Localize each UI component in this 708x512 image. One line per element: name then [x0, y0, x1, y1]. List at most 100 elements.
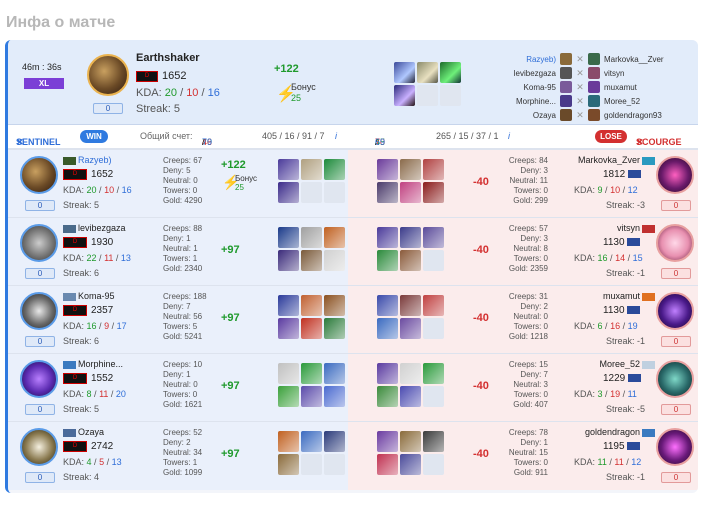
item-icon[interactable] [324, 295, 345, 316]
lineup-left-name[interactable]: Morphine... [478, 97, 558, 106]
info-icon[interactable]: i [335, 131, 337, 141]
player-name-text[interactable]: Morphine... [78, 359, 123, 369]
item-icon[interactable] [394, 62, 415, 83]
item-icon[interactable] [278, 386, 299, 407]
item-icon[interactable] [400, 182, 421, 203]
opponent-name[interactable]: muxamut [570, 291, 657, 301]
item-icon[interactable] [324, 227, 345, 248]
item-icon[interactable] [278, 318, 299, 339]
opponent-portrait[interactable] [656, 428, 694, 466]
player-name-text[interactable]: levibezgaza [78, 223, 126, 233]
item-icon[interactable] [423, 159, 444, 180]
item-icon[interactable] [377, 386, 398, 407]
opponent-portrait[interactable] [656, 360, 694, 398]
opponent-name[interactable]: Markovka_Zver [570, 155, 657, 165]
item-icon[interactable] [278, 454, 299, 475]
item-icon[interactable] [278, 250, 299, 271]
item-icon[interactable] [400, 295, 421, 316]
lineup-right-name[interactable]: vitsyn [602, 69, 624, 78]
opponent-name[interactable]: goldendragon [570, 427, 657, 437]
player-portrait[interactable] [20, 156, 58, 194]
item-icon[interactable] [324, 318, 345, 339]
opponent-name-text[interactable]: Markovka_Zver [578, 155, 640, 165]
item-icon[interactable] [377, 182, 398, 203]
item-icon[interactable] [423, 431, 444, 452]
item-icon[interactable] [278, 431, 299, 452]
hero-portrait[interactable] [87, 54, 129, 96]
player-name-text[interactable]: Razyeb) [78, 155, 112, 165]
item-icon[interactable] [324, 363, 345, 384]
item-icon[interactable] [301, 386, 322, 407]
item-icon[interactable] [278, 295, 299, 316]
item-icon[interactable] [377, 250, 398, 271]
lineup-left-name[interactable]: levibezgaza [478, 69, 558, 78]
item-icon[interactable] [301, 431, 322, 452]
item-icon[interactable] [423, 363, 444, 384]
lineup-right-name[interactable]: Moree_52 [602, 97, 640, 106]
item-icon[interactable] [301, 227, 322, 248]
item-icon[interactable] [301, 295, 322, 316]
item-icon[interactable] [377, 431, 398, 452]
item-icon[interactable] [278, 363, 299, 384]
item-icon[interactable] [400, 386, 421, 407]
item-icon[interactable] [423, 295, 444, 316]
item-icon[interactable] [377, 318, 398, 339]
opponent-portrait[interactable] [656, 292, 694, 330]
item-icon[interactable] [278, 182, 299, 203]
player-name[interactable]: Ozaya [63, 427, 153, 437]
item-icon[interactable] [377, 159, 398, 180]
hero-name[interactable]: Earthshaker [136, 52, 200, 64]
opponent-name[interactable]: vitsyn [570, 223, 657, 233]
item-icon[interactable] [324, 386, 345, 407]
lineup-right-name[interactable]: muxamut [602, 83, 637, 92]
item-icon[interactable] [301, 159, 322, 180]
info-icon[interactable]: i [508, 131, 510, 141]
player-name-text[interactable]: Ozaya [78, 427, 104, 437]
item-icon[interactable] [400, 431, 421, 452]
item-icon[interactable] [417, 62, 438, 83]
item-icon[interactable] [377, 454, 398, 475]
lineup-left-name[interactable]: Razyeb) [478, 55, 558, 64]
item-icon[interactable] [278, 227, 299, 248]
lineup-left-name[interactable]: Ozaya [478, 111, 558, 120]
opponent-name-text[interactable]: goldendragon [585, 427, 640, 437]
player-name[interactable]: Koma-95 [63, 291, 153, 301]
item-icon[interactable] [423, 182, 444, 203]
player-portrait[interactable] [20, 224, 58, 262]
opponent-name[interactable]: Moree_52 [570, 359, 657, 369]
item-icon[interactable] [400, 454, 421, 475]
opponent-name-text[interactable]: vitsyn [617, 223, 640, 233]
player-portrait[interactable] [20, 428, 58, 466]
player-name[interactable]: Morphine... [63, 359, 153, 369]
item-icon[interactable] [400, 159, 421, 180]
player-name[interactable]: Razyeb) [63, 155, 153, 165]
item-icon[interactable] [324, 159, 345, 180]
item-icon[interactable] [440, 62, 461, 83]
lineup-right-name[interactable]: Markovka__Zver [602, 55, 664, 64]
item-icon[interactable] [301, 250, 322, 271]
item-icon[interactable] [278, 159, 299, 180]
item-icon[interactable] [377, 363, 398, 384]
player-portrait[interactable] [20, 360, 58, 398]
item-icon[interactable] [400, 318, 421, 339]
opponent-name-text[interactable]: muxamut [603, 291, 640, 301]
item-icon[interactable] [301, 363, 322, 384]
lineup-left-name[interactable]: Koma-95 [478, 83, 558, 92]
lineup-right-name[interactable]: goldendragon93 [602, 111, 662, 120]
player-name[interactable]: levibezgaza [63, 223, 153, 233]
item-icon[interactable] [377, 295, 398, 316]
item-icon[interactable] [400, 227, 421, 248]
item-icon[interactable] [324, 431, 345, 452]
item-icon[interactable] [377, 227, 398, 248]
item-icon[interactable] [394, 85, 415, 106]
opponent-portrait[interactable] [656, 224, 694, 262]
player-name-text[interactable]: Koma-95 [78, 291, 115, 301]
item-icon[interactable] [423, 227, 444, 248]
item-icon[interactable] [400, 363, 421, 384]
item-icon[interactable] [301, 318, 322, 339]
opponent-name-text[interactable]: Moree_52 [599, 359, 640, 369]
opponent-portrait[interactable] [656, 156, 694, 194]
player-portrait[interactable] [20, 292, 58, 330]
item-icon[interactable] [324, 250, 345, 271]
item-icon[interactable] [400, 250, 421, 271]
